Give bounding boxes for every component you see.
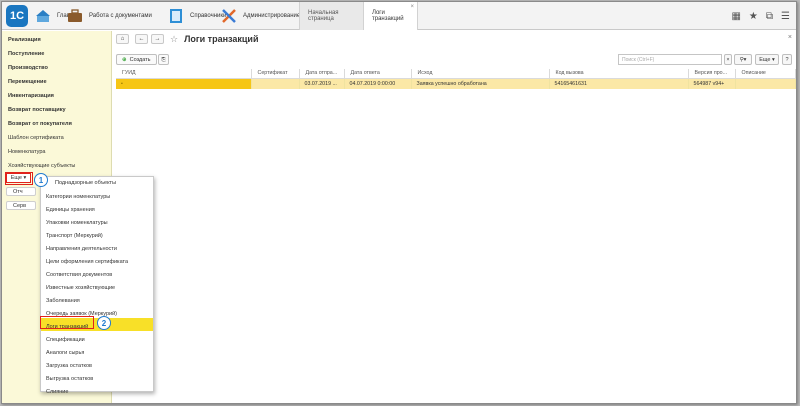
sidebar-item-nomenclature[interactable]: Номенклатура — [8, 149, 46, 155]
row-response-date-cell: 04.07.2019 0:00:00 — [344, 78, 412, 89]
home-icon — [34, 7, 52, 25]
menu-item-diseases[interactable]: Заболевания — [46, 298, 80, 304]
form-close-icon[interactable]: × — [788, 34, 792, 41]
row-program-version-cell: 564987 v94+ — [688, 78, 736, 89]
sidebar-item-sales[interactable]: Реализация — [8, 37, 41, 43]
more-actions-button[interactable]: Еще ▾ — [755, 54, 779, 65]
section-documents[interactable]: Работа с документами — [66, 2, 152, 30]
search-input[interactable]: Поиск (Ctrl+F) — [618, 54, 722, 65]
sidebar-item-return-supplier[interactable]: Возврат поставщику — [8, 107, 66, 113]
sidebar-item-business-entities[interactable]: Хозяйствующие субъекты — [8, 163, 75, 169]
arrow-left-icon: ← — [138, 36, 145, 42]
step-badge-2: 2 — [97, 316, 111, 330]
tab-start-page[interactable]: Начальная страница — [299, 2, 363, 30]
menu-item-storage-units[interactable]: Единицы хранения — [46, 207, 95, 213]
sidebar-item-production[interactable]: Производство — [8, 65, 48, 71]
page-title: Логи транзакций — [184, 34, 259, 44]
favorite-star-icon[interactable]: ☆ — [170, 34, 178, 45]
col-call-code[interactable]: Код вызова — [549, 69, 689, 79]
table-row[interactable]: ▪ 03.07.2019 ... 04.07.2019 0:00:00 Заяв… — [116, 78, 796, 89]
col-response-date[interactable]: Дата ответа — [344, 69, 412, 79]
transaction-log-table: ГУИД Сертификат Дата отпра... Дата ответ… — [116, 69, 796, 89]
copy-icon: ⎘ — [161, 56, 166, 63]
grid-icon[interactable]: ▦ — [731, 11, 740, 22]
highlight-more-button — [5, 172, 33, 185]
section-admin-label: Администрирование — [243, 13, 301, 19]
menu-item-load-balances[interactable]: Загрузка остатков — [46, 363, 92, 369]
tools-icon — [220, 7, 238, 25]
help-button[interactable]: ? — [782, 54, 792, 65]
menu-icon[interactable]: ☰ — [781, 11, 790, 22]
col-send-date[interactable]: Дата отпра... — [299, 69, 345, 79]
briefcase-icon — [66, 7, 84, 25]
copy-button[interactable]: ⎘ — [158, 54, 169, 65]
close-tab-icon[interactable]: × — [410, 4, 414, 10]
table-header: ГУИД Сертификат Дата отпра... Дата ответ… — [116, 69, 796, 79]
sidebar-item-return-customer[interactable]: Возврат от покупателя — [8, 121, 72, 127]
row-outcome-cell: Заявка успешно обработана — [411, 78, 550, 89]
sidebar-reports-button[interactable]: Отч — [6, 187, 36, 196]
menu-item-raw-analogs[interactable]: Аналоги сырья — [46, 350, 84, 356]
sidebar-service-button[interactable]: Серв — [6, 201, 36, 210]
menu-item-supervised-objects[interactable]: Поднадзорные объекты — [55, 180, 116, 186]
menu-item-document-mappings[interactable]: Соответствия документов — [46, 272, 112, 278]
col-guid[interactable]: ГУИД — [116, 69, 252, 79]
arrow-right-icon: → — [154, 36, 161, 42]
step-badge-1: 1 — [34, 173, 48, 187]
sidebar-item-transfer[interactable]: Перемещение — [8, 79, 47, 85]
record-icon: ▪ — [121, 80, 123, 87]
row-call-code-cell: 54165461631 — [549, 78, 689, 89]
forward-button[interactable]: → — [151, 34, 164, 44]
history-icon[interactable]: ⧉ — [766, 11, 773, 22]
sidebar-item-certificate-template[interactable]: Шаблон сертификата — [8, 135, 64, 141]
highlight-transaction-logs — [40, 316, 94, 329]
plus-icon: ⊕ — [122, 56, 127, 63]
app-logo[interactable]: 1C — [6, 5, 28, 27]
menu-item-certificate-purposes[interactable]: Цели оформления сертификата — [46, 259, 128, 265]
more-dropdown-menu: Поднадзорные объекты Категории номенклат… — [40, 176, 154, 395]
app-window: 1C Главное Работа с документами Справочн… — [1, 1, 797, 404]
menu-item-activity-directions[interactable]: Направления деятельности — [46, 246, 117, 252]
col-program-version[interactable]: Версия про... — [688, 69, 736, 79]
favorites-star-icon[interactable]: ★ — [749, 11, 758, 22]
menu-item-specifications[interactable]: Спецификации — [46, 337, 85, 343]
tab-transaction-logs[interactable]: Логи транзакций × — [363, 2, 418, 30]
row-description-cell — [735, 78, 796, 89]
menu-item-known-entities[interactable]: Известные хозяйствующие — [46, 285, 115, 291]
search-button[interactable]: ⚲▾ — [734, 54, 752, 65]
list-toolbar: ⊕ Создать ⎘ Поиск (Ctrl+F) × ⚲▾ Еще ▾ ? — [113, 54, 796, 66]
menu-item-transport[interactable]: Транспорт (Меркурий) — [46, 233, 103, 239]
section-catalogs[interactable]: Справочники — [167, 2, 226, 30]
row-send-date-cell: 03.07.2019 ... — [299, 78, 345, 89]
top-bar: 1C Главное Работа с документами Справочн… — [2, 2, 796, 30]
create-button-label: Создать — [129, 56, 151, 63]
menu-item-nomenclature-packages[interactable]: Упаковки номенклатуры — [46, 220, 108, 226]
open-tabs: Начальная страница Логи транзакций × — [299, 2, 418, 30]
tab-transaction-logs-label: Логи транзакций — [372, 10, 404, 22]
section-admin[interactable]: Администрирование — [220, 2, 300, 30]
search-icon: ⚲▾ — [739, 56, 747, 63]
col-outcome[interactable]: Исход — [411, 69, 550, 79]
search-clear-button[interactable]: × — [724, 54, 732, 65]
menu-item-merge[interactable]: Слияние — [46, 389, 68, 395]
section-documents-label: Работа с документами — [89, 13, 152, 19]
col-certificate[interactable]: Сертификат — [251, 69, 300, 79]
col-description[interactable]: Описание — [735, 69, 796, 79]
home-small-icon: ⌂ — [120, 36, 125, 42]
sidebar-item-receipts[interactable]: Поступление — [8, 51, 44, 57]
clear-icon: × — [726, 56, 730, 63]
row-certificate-cell — [251, 78, 300, 89]
menu-item-export-balances[interactable]: Выгрузка остатков — [46, 376, 93, 382]
tab-start-page-label: Начальная страница — [308, 10, 339, 22]
book-icon — [167, 7, 185, 25]
home-button[interactable]: ⌂ — [116, 34, 129, 44]
form-header: ⌂ ← → ☆ Логи транзакций × — [113, 31, 796, 47]
row-guid-cell: ▪ — [116, 78, 252, 89]
menu-item-nomenclature-categories[interactable]: Категории номенклатуры — [46, 194, 110, 200]
create-button[interactable]: ⊕ Создать — [116, 54, 157, 65]
sidebar-item-inventory[interactable]: Инвентаризация — [8, 93, 54, 99]
main-panel: ⌂ ← → ☆ Логи транзакций × ⊕ Создать ⎘ По… — [113, 31, 796, 403]
back-button[interactable]: ← — [135, 34, 148, 44]
top-right-tools: ▦ ★ ⧉ ☰ — [731, 2, 790, 30]
